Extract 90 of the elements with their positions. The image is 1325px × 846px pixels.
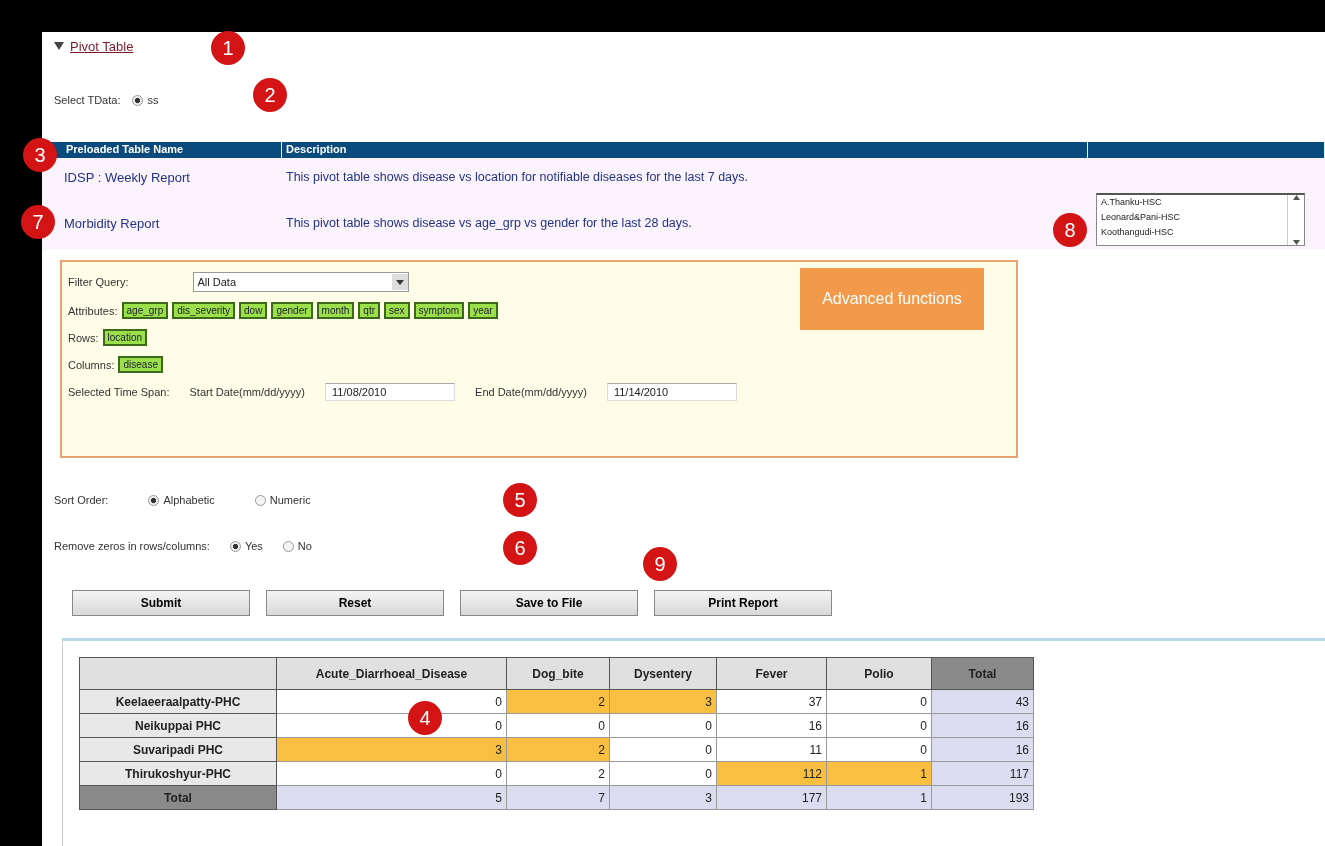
table-cell: 2	[506, 761, 610, 786]
table-cell: 5	[276, 785, 507, 810]
expanded-triangle-icon[interactable]	[54, 42, 64, 50]
attribute-chip[interactable]: dis_severity	[172, 302, 236, 319]
table-cell: 2	[506, 689, 610, 714]
attribute-chip[interactable]: dow	[239, 302, 268, 319]
column-header: Polio	[826, 657, 932, 690]
callout-badge: 7	[21, 205, 55, 239]
row-header: Suvaripadi PHC	[79, 737, 277, 762]
field-label: End Date(mm/dd/yyyy)	[475, 386, 587, 398]
table-cell: 1	[826, 785, 932, 810]
field-label: Select TData:	[54, 94, 121, 106]
table-cell: 0	[276, 761, 507, 786]
row-header: Thirukoshyur-PHC	[79, 761, 277, 786]
field-label: Start Date(mm/dd/yyyy)	[189, 386, 306, 398]
action-button[interactable]: Print Report	[654, 590, 832, 616]
table-cell: 16	[716, 713, 827, 738]
table-cell: 0	[826, 689, 932, 714]
scroll-up-icon[interactable]	[1292, 195, 1300, 200]
table-cell: 112	[716, 761, 827, 786]
location-listbox[interactable]: A.Thanku-HSC Leonard&Pani-HSC Koothangudi-HSC	[1096, 193, 1305, 246]
table-cell: 43	[931, 689, 1034, 714]
report-link[interactable]: IDSP : Weekly Report	[64, 170, 190, 185]
attribute-chip[interactable]: qtr	[358, 302, 380, 319]
radio-button[interactable]: Alphabetic	[148, 494, 215, 506]
list-item[interactable]: Leonard&Pani-HSC	[1097, 210, 1287, 225]
callout-badge: 9	[643, 547, 677, 581]
column-chip[interactable]: disease	[118, 356, 163, 373]
column-header: Fever	[716, 657, 827, 690]
callout-badge: 5	[503, 483, 537, 517]
list-item[interactable]: A.Thanku-HSC	[1097, 195, 1287, 210]
column-header: Acute_Diarrhoeal_Disease	[276, 657, 507, 690]
table-cell: 1	[826, 761, 932, 786]
attribute-chip[interactable]: year	[468, 302, 498, 319]
field-label: Remove zeros in rows/columns:	[54, 540, 210, 552]
radio-button[interactable]: No	[282, 540, 312, 552]
table-cell: 0	[506, 713, 610, 738]
action-button[interactable]: Save to File	[460, 590, 638, 616]
row-header: Neikuppai PHC	[79, 713, 277, 738]
attribute-chip[interactable]: age_grp	[121, 302, 169, 319]
table-cell: 0	[826, 737, 932, 762]
table-cell: 16	[931, 713, 1034, 738]
row-header: Total	[79, 785, 277, 810]
callout-badge: 6	[503, 531, 537, 565]
attribute-chip[interactable]: symptom	[413, 302, 465, 319]
row-chip[interactable]: location	[102, 329, 148, 346]
column-header: Total	[931, 657, 1034, 690]
scroll-down-icon[interactable]	[1292, 240, 1300, 245]
table-cell: 7	[506, 785, 610, 810]
table-cell: 0	[609, 737, 717, 762]
table-cell: 3	[609, 785, 717, 810]
table-cell: 3	[276, 737, 507, 762]
table-cell: 0	[609, 713, 717, 738]
field-label: Attributes:	[68, 304, 118, 317]
table-cell: 11	[716, 737, 827, 762]
advanced-functions-label: Advanced functions	[800, 268, 984, 330]
field-label: Rows:	[68, 331, 99, 344]
radio-button[interactable]: Numeric	[254, 494, 311, 506]
row-header: Keelaeeraalpatty-PHC	[79, 689, 277, 714]
attribute-chip[interactable]: gender	[271, 302, 313, 319]
report-description: This pivot table shows disease vs location for notifiable diseases for the last 7 days.	[286, 170, 750, 184]
start-date-field[interactable]: 11/08/2010	[325, 383, 456, 401]
end-date-field[interactable]: 11/14/2010	[606, 383, 737, 401]
section-title-link[interactable]: Pivot Table	[70, 38, 134, 54]
report-link[interactable]: Morbidity Report	[64, 216, 160, 231]
table-cell: 117	[931, 761, 1034, 786]
radio-button[interactable]: Yes	[229, 540, 263, 552]
attribute-chip[interactable]: month	[316, 302, 355, 319]
field-label: Filter Query:	[68, 276, 129, 288]
attribute-chip[interactable]: sex	[384, 302, 410, 319]
field-label: Selected Time Span:	[68, 386, 170, 398]
action-button[interactable]: Reset	[266, 590, 444, 616]
table-cell: 37	[716, 689, 827, 714]
radio-button[interactable]: ss	[132, 94, 159, 106]
callout-badge: 2	[253, 78, 287, 112]
table-cell: 0	[826, 713, 932, 738]
list-item[interactable]: Koothangudi-HSC	[1097, 225, 1287, 240]
filter-query-select[interactable]: All Data	[192, 272, 409, 292]
table-cell: 3	[609, 689, 717, 714]
table-cell: 2	[506, 737, 610, 762]
table-cell: 16	[931, 737, 1034, 762]
action-button[interactable]: Submit	[72, 590, 250, 616]
field-label: Sort Order:	[54, 494, 109, 506]
field-label: Columns:	[68, 358, 115, 371]
table-cell: 177	[716, 785, 827, 810]
column-header: Dysentery	[609, 657, 717, 690]
column-header: Dog_bite	[506, 657, 610, 690]
table-cell: 193	[931, 785, 1034, 810]
callout-badge: 1	[211, 31, 245, 65]
table-cell: 0	[609, 761, 717, 786]
